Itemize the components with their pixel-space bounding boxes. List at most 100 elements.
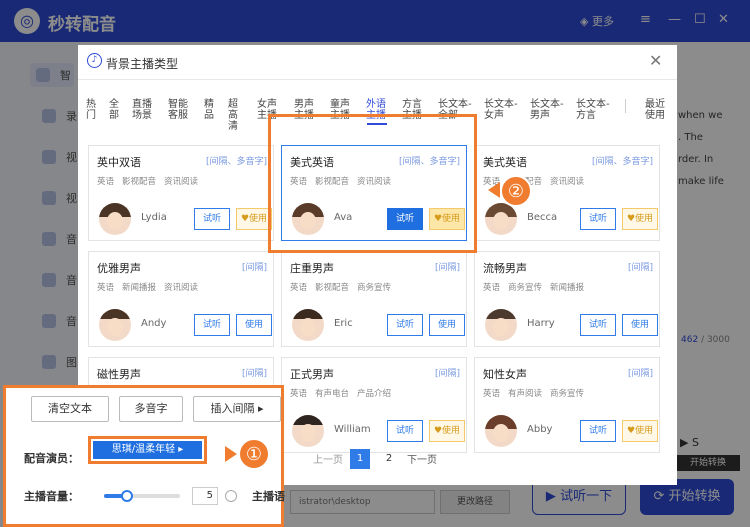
voice-card-meta: 英语 影视配音 商务宣传 <box>290 283 392 293</box>
use-label: 使用 <box>249 214 268 224</box>
modal-divider <box>78 79 677 80</box>
avatar <box>485 309 517 341</box>
voice-card[interactable]: 流畅男声 [间隔] 英语 商务宣传 新闻播报 Harry 试听 使用 <box>474 251 660 347</box>
voice-name: Lydia <box>141 212 167 223</box>
voice-card-tag: [间隔] <box>627 369 653 379</box>
tab-long-dialect[interactable]: 长文本-方言 <box>576 99 612 121</box>
use-label: 使用 <box>635 214 654 224</box>
use-button[interactable]: ♥使用 <box>236 208 272 230</box>
use-button[interactable]: ♥使用 <box>622 208 658 230</box>
marker-2-pointer <box>488 182 500 198</box>
voice-card[interactable]: 优雅男声 [间隔] 英语 新闻播报 资讯阅读 Andy 试听 使用 <box>88 251 274 347</box>
voice-card-name: 庄重男声 <box>290 262 334 275</box>
voice-card-name: 知性女声 <box>483 368 527 381</box>
use-label: 使用 <box>635 426 654 436</box>
use-label: 使用 <box>442 426 461 436</box>
reset-icon[interactable] <box>225 490 237 502</box>
step-marker-2: ② <box>500 175 532 207</box>
vip-heart-icon: ♥ <box>626 214 636 224</box>
volume-slider-handle[interactable] <box>120 490 133 502</box>
music-note-icon: ♪ <box>87 53 102 68</box>
voice-card-tag: [间隔] <box>627 263 653 273</box>
avatar <box>99 309 131 341</box>
voice-card-name: 流畅男声 <box>483 262 527 275</box>
avatar <box>292 309 324 341</box>
voice-card-tag: [间隔] <box>434 369 460 379</box>
avatar <box>99 203 131 235</box>
voice-name: Andy <box>141 318 167 329</box>
listen-button[interactable]: 试听 <box>580 208 616 230</box>
tab-service[interactable]: 智能客服 <box>168 99 192 121</box>
vip-heart-icon: ♥ <box>433 426 443 436</box>
tab-hot[interactable]: 热门 <box>86 99 98 121</box>
actor-highlight: 思琪/温柔年轻 ▸ <box>88 436 207 464</box>
listen-button[interactable]: 试听 <box>387 420 423 442</box>
voice-name: Becca <box>527 212 558 223</box>
step-marker-1: ① <box>238 438 270 470</box>
avatar <box>292 415 324 447</box>
voice-card[interactable]: 英中双语 [间隔、多音字] 英语 影视配音 资讯阅读 Lydia 试听 ♥使用 <box>88 145 274 241</box>
modal-title: 背景主播类型 <box>106 57 179 71</box>
prev-page-button[interactable]: 上一页 <box>313 451 343 466</box>
selected-card-highlight <box>268 114 477 253</box>
voice-card-name: 磁性男声 <box>97 368 141 381</box>
polyphone-button[interactable]: 多音字 <box>119 396 183 422</box>
voice-name: Harry <box>527 318 555 329</box>
speaker-label: 主播语 <box>252 490 285 503</box>
close-icon[interactable]: ✕ <box>649 51 662 70</box>
voice-card-tag: [间隔] <box>241 263 267 273</box>
voice-name: William <box>334 424 371 435</box>
listen-button[interactable]: 试听 <box>194 314 230 336</box>
marker-1-pointer <box>225 446 237 462</box>
avatar <box>485 203 517 235</box>
voice-name: Eric <box>334 318 353 329</box>
tab-divider <box>625 99 626 113</box>
voice-card-name: 英中双语 <box>97 156 141 169</box>
insert-pause-label: 插入间隔 <box>210 402 255 415</box>
tab-recent[interactable]: 最近使用 <box>645 99 669 121</box>
voice-name: Abby <box>527 424 553 435</box>
tab-long-male[interactable]: 长文本-男声 <box>530 99 566 121</box>
actor-value: 思琪/温柔年轻 <box>111 444 176 455</box>
use-button[interactable]: ♥使用 <box>429 420 465 442</box>
insert-pause-button[interactable]: 插入间隔 ▸ <box>193 396 281 422</box>
actor-select-button[interactable]: 思琪/温柔年轻 ▸ <box>93 441 202 459</box>
voice-card[interactable]: 知性女声 [间隔] 英语 有声阅读 商务宣传 Abby 试听 ♥使用 <box>474 357 660 453</box>
listen-button[interactable]: 试听 <box>387 314 423 336</box>
clear-text-button[interactable]: 清空文本 <box>31 396 109 422</box>
voice-card-meta: 英语 新闻播报 资讯阅读 <box>97 283 199 293</box>
use-button[interactable]: ♥使用 <box>622 420 658 442</box>
volume-slider[interactable] <box>104 490 180 502</box>
tab-long-female[interactable]: 长文本-女声 <box>484 99 520 121</box>
use-button[interactable]: 使用 <box>622 314 658 336</box>
voice-card-tag: [间隔、多音字] <box>205 157 267 167</box>
voice-card-name: 优雅男声 <box>97 262 141 275</box>
tab-live[interactable]: 直播场景 <box>132 99 156 121</box>
listen-button[interactable]: 试听 <box>194 208 230 230</box>
voice-card-tag: [间隔] <box>434 263 460 273</box>
listen-button[interactable]: 试听 <box>580 314 616 336</box>
volume-value-field[interactable]: 5 <box>192 487 218 505</box>
voice-card[interactable]: 庄重男声 [间隔] 英语 影视配音 商务宣传 Eric 试听 使用 <box>281 251 467 347</box>
voice-card-tag: [间隔、多音字] <box>591 157 653 167</box>
avatar <box>485 415 517 447</box>
vip-heart-icon: ♥ <box>626 426 636 436</box>
volume-label: 主播音量： <box>24 490 79 503</box>
use-button[interactable]: 使用 <box>236 314 272 336</box>
vip-heart-icon: ♥ <box>240 214 250 224</box>
actor-label: 配音演员： <box>24 452 79 465</box>
voice-card-tag: [间隔] <box>241 369 267 379</box>
tab-hd[interactable]: 超高清 <box>228 99 240 132</box>
tab-premium[interactable]: 精品 <box>204 99 216 121</box>
voice-card-meta: 英语 有声阅读 商务宣传 <box>483 389 585 399</box>
use-button[interactable]: 使用 <box>429 314 465 336</box>
voice-card-name: 美式英语 <box>483 156 527 169</box>
voice-card[interactable]: 正式男声 [间隔] 英语 有声电台 产品介绍 William 试听 ♥使用 <box>281 357 467 453</box>
caret-right-icon: ▸ <box>257 402 264 415</box>
tab-all[interactable]: 全部 <box>109 99 121 121</box>
page-button-1[interactable]: 1 <box>350 449 370 469</box>
caret-right-icon: ▸ <box>178 444 184 455</box>
next-page-button[interactable]: 下一页 <box>407 451 437 466</box>
page-button-2[interactable]: 2 <box>379 449 399 469</box>
listen-button[interactable]: 试听 <box>580 420 616 442</box>
